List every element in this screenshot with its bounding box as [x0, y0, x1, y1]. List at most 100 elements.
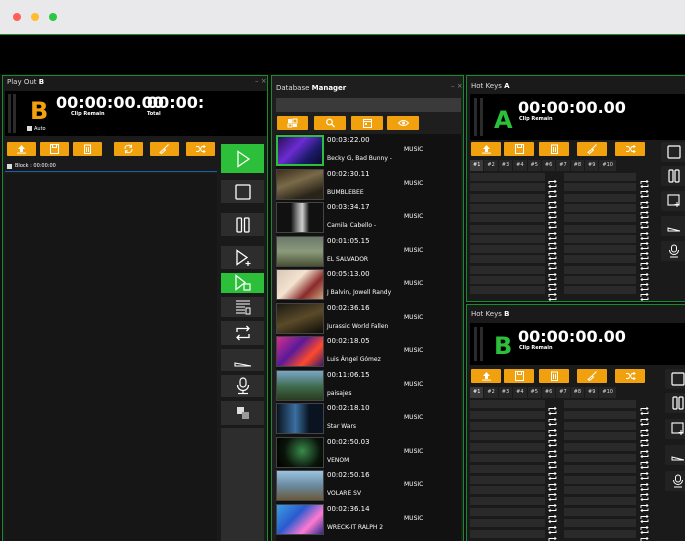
- hotkey-slot[interactable]: [564, 475, 636, 484]
- loop-icon[interactable]: [547, 225, 558, 240]
- hotkey-slot[interactable]: [564, 432, 636, 441]
- loop-icon[interactable]: [639, 235, 650, 250]
- loop-icon[interactable]: [547, 235, 558, 250]
- play-next-button[interactable]: [221, 246, 264, 269]
- loop-icon[interactable]: [547, 530, 558, 541]
- media-list-item[interactable]: 00:01:05.15 EL SALVADOR MUSIC: [276, 235, 460, 268]
- loop-icon[interactable]: [639, 183, 650, 199]
- pause-button[interactable]: [221, 213, 264, 236]
- hotkey-slot[interactable]: [470, 518, 545, 527]
- hotkey-tab[interactable]: #8: [570, 160, 584, 171]
- loop-icon[interactable]: [547, 411, 558, 426]
- stop-button[interactable]: [221, 180, 264, 203]
- loop-icon[interactable]: [639, 255, 650, 271]
- hk-a-upload-button[interactable]: [471, 142, 501, 156]
- auto-checkbox[interactable]: [27, 126, 32, 131]
- hk-b-microphone-button[interactable]: [665, 471, 685, 491]
- loop-icon[interactable]: [547, 245, 558, 261]
- hotkey-slot[interactable]: [564, 508, 636, 516]
- import-button[interactable]: [277, 116, 308, 130]
- playlist-area[interactable]: [5, 174, 217, 541]
- hotkey-slot[interactable]: [470, 464, 545, 473]
- hotkey-slot[interactable]: [564, 497, 636, 506]
- hotkey-tab[interactable]: #4: [513, 387, 527, 398]
- loop-icon[interactable]: [547, 276, 558, 292]
- hotkey-slot[interactable]: [470, 255, 545, 264]
- hotkey-slot[interactable]: [470, 475, 545, 484]
- loop-icon[interactable]: [547, 519, 558, 534]
- loop-icon[interactable]: [547, 508, 558, 524]
- hotkey-tab[interactable]: #3: [498, 387, 513, 398]
- hotkey-slot[interactable]: [564, 183, 636, 192]
- hotkey-slot[interactable]: [564, 486, 636, 495]
- loop-icon[interactable]: [547, 286, 558, 301]
- hotkey-tab[interactable]: #9: [585, 160, 599, 171]
- loop-icon[interactable]: [547, 214, 558, 230]
- hotkey-slot[interactable]: [564, 193, 636, 202]
- media-list-item[interactable]: 00:02:36.14 WRECK-IT RALPH 2 MUSIC: [276, 503, 460, 536]
- media-list-item[interactable]: 00:02:36.16 Jurassic World Fallen MUSIC: [276, 302, 460, 335]
- hotkey-slot[interactable]: [564, 234, 636, 243]
- hotkey-slot[interactable]: [564, 421, 636, 430]
- loop-icon[interactable]: [639, 443, 650, 459]
- loop-icon[interactable]: [639, 476, 650, 491]
- loop-icon[interactable]: [639, 519, 650, 534]
- overlay-button[interactable]: [221, 401, 264, 425]
- loop-icon[interactable]: [547, 476, 558, 491]
- loop-icon[interactable]: [639, 530, 650, 541]
- loop-icon[interactable]: [547, 486, 558, 502]
- hotkey-slot[interactable]: [470, 454, 545, 462]
- hotkey-slot[interactable]: [470, 400, 545, 408]
- hotkey-tab[interactable]: #8: [570, 387, 584, 398]
- minimize-window-button[interactable]: [31, 13, 39, 21]
- hotkey-tab[interactable]: #6: [541, 160, 556, 171]
- loop-icon[interactable]: [547, 465, 558, 480]
- hotkey-slot[interactable]: [470, 234, 545, 243]
- playlist-button[interactable]: [221, 297, 264, 317]
- hk-b-clean-button[interactable]: [577, 369, 607, 383]
- hk-b-delete-button[interactable]: [539, 369, 569, 383]
- hotkey-tab[interactable]: #9: [585, 387, 599, 398]
- hotkey-slot[interactable]: [564, 286, 636, 295]
- hotkey-slot[interactable]: [564, 255, 636, 264]
- hotkey-slot[interactable]: [564, 410, 636, 419]
- fade-button[interactable]: [221, 349, 264, 371]
- close-window-button[interactable]: [13, 13, 21, 21]
- media-list-item[interactable]: 00:02:50.03 VENOM MUSIC: [276, 436, 460, 469]
- refresh-button[interactable]: [114, 142, 143, 156]
- delete-button[interactable]: [73, 142, 102, 156]
- hk-a-delete-button[interactable]: [539, 142, 569, 156]
- loop-icon[interactable]: [547, 422, 558, 437]
- hk-b-fade-button[interactable]: [665, 445, 685, 465]
- loop-icon[interactable]: [639, 411, 650, 426]
- media-list-item[interactable]: 00:02:30.11 BUMBLEBEE MUSIC: [276, 168, 460, 201]
- loop-icon[interactable]: [547, 454, 558, 470]
- hotkey-tab[interactable]: #6: [541, 387, 556, 398]
- hotkey-slot[interactable]: [470, 245, 545, 254]
- hotkey-slot[interactable]: [564, 214, 636, 223]
- hotkey-slot[interactable]: [564, 443, 636, 452]
- maximize-window-button[interactable]: [49, 13, 57, 21]
- media-list-item[interactable]: 00:11:06.15 paisajes MUSIC: [276, 369, 460, 402]
- hotkey-slot[interactable]: [470, 224, 545, 233]
- hotkey-slot[interactable]: [564, 464, 636, 473]
- loop-icon[interactable]: [639, 225, 650, 240]
- hk-a-pause-button[interactable]: [661, 166, 685, 186]
- hk-a-shuffle-button[interactable]: [615, 142, 645, 156]
- loop-icon[interactable]: [639, 465, 650, 480]
- hotkey-tab[interactable]: #2: [484, 160, 498, 171]
- hotkey-slot[interactable]: [470, 432, 545, 441]
- hotkey-slot[interactable]: [470, 265, 545, 274]
- media-list-item[interactable]: 00:02:50.16 VOLARE SV MUSIC: [276, 469, 460, 502]
- hotkey-slot[interactable]: [470, 173, 545, 181]
- hotkey-slot[interactable]: [564, 454, 636, 462]
- save-button[interactable]: [40, 142, 69, 156]
- hk-b-pause-button[interactable]: [665, 393, 685, 413]
- hotkey-slot[interactable]: [564, 518, 636, 527]
- hk-a-stop-button[interactable]: [661, 142, 685, 162]
- hotkey-tab[interactable]: #7: [556, 160, 570, 171]
- hotkey-tab[interactable]: #3: [498, 160, 513, 171]
- block-header[interactable]: Block : 00:00:00: [5, 162, 217, 172]
- loop-button[interactable]: [221, 321, 264, 345]
- media-list-item[interactable]: 00:02:18.05 Luis Ángel Gómez MUSIC: [276, 335, 460, 368]
